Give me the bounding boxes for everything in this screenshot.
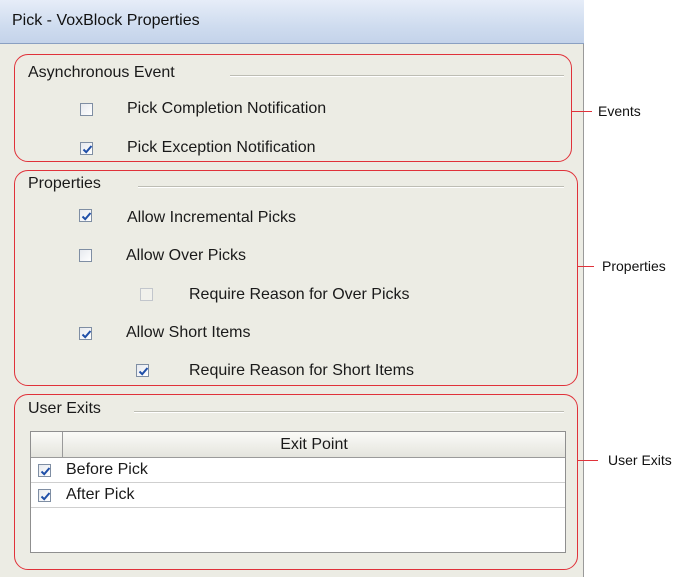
before-pick-checkbox[interactable] bbox=[38, 464, 51, 477]
allow-over-picks-label: Allow Over Picks bbox=[126, 247, 247, 264]
user-exits-callout-line bbox=[578, 460, 598, 461]
pick-exception-label: Pick Exception Notification bbox=[127, 139, 316, 156]
properties-group-title: Properties bbox=[28, 175, 107, 193]
after-pick-label: After Pick bbox=[66, 486, 135, 503]
require-reason-over-picks-checkbox[interactable] bbox=[140, 288, 153, 301]
before-pick-label: Before Pick bbox=[66, 461, 148, 478]
table-row[interactable]: After Pick bbox=[31, 483, 565, 508]
pick-completion-label: Pick Completion Notification bbox=[127, 100, 327, 117]
checkmark-icon bbox=[40, 467, 51, 476]
events-callout-line bbox=[572, 111, 592, 112]
window-title: Pick - VoxBlock Properties bbox=[12, 12, 200, 29]
properties-callout-line bbox=[578, 266, 594, 267]
user-exits-group-title: User Exits bbox=[28, 400, 107, 418]
header-checkbox-column[interactable] bbox=[31, 432, 63, 457]
unchecked-icon bbox=[81, 104, 94, 117]
allow-over-picks-checkbox[interactable] bbox=[79, 249, 92, 262]
unchecked-icon bbox=[80, 250, 93, 263]
group-divider bbox=[134, 411, 564, 413]
require-reason-over-picks-label: Require Reason for Over Picks bbox=[189, 286, 410, 303]
checkmark-icon bbox=[82, 145, 93, 154]
title-bar[interactable]: Pick - VoxBlock Properties bbox=[0, 0, 584, 44]
table-row[interactable]: Before Pick bbox=[31, 458, 565, 483]
require-reason-short-items-label: Require Reason for Short Items bbox=[189, 362, 414, 379]
header-exit-point[interactable]: Exit Point bbox=[63, 436, 565, 454]
checkmark-icon bbox=[138, 367, 149, 376]
user-exits-callout-label: User Exits bbox=[608, 452, 672, 468]
group-divider bbox=[230, 75, 564, 77]
checkmark-icon bbox=[81, 330, 92, 339]
allow-incremental-picks-checkbox[interactable] bbox=[79, 209, 92, 222]
exit-points-table[interactable]: Exit Point Before Pick After Pick bbox=[30, 431, 566, 553]
properties-dialog: Pick - VoxBlock Properties Asynchronous … bbox=[0, 0, 584, 577]
unchecked-icon bbox=[141, 289, 154, 302]
pick-completion-checkbox[interactable] bbox=[80, 103, 93, 116]
async-event-group-title: Asynchronous Event bbox=[28, 64, 181, 82]
events-callout-label: Events bbox=[598, 103, 641, 119]
checkmark-icon bbox=[40, 492, 51, 501]
checkmark-icon bbox=[81, 212, 92, 221]
allow-short-items-checkbox[interactable] bbox=[79, 327, 92, 340]
pick-exception-checkbox[interactable] bbox=[80, 142, 93, 155]
allow-short-items-label: Allow Short Items bbox=[126, 324, 251, 341]
require-reason-short-items-checkbox[interactable] bbox=[136, 364, 149, 377]
properties-callout-label: Properties bbox=[602, 258, 666, 274]
after-pick-checkbox[interactable] bbox=[38, 489, 51, 502]
allow-incremental-picks-label: Allow Incremental Picks bbox=[127, 209, 296, 226]
group-divider bbox=[138, 186, 564, 188]
table-header: Exit Point bbox=[31, 432, 565, 458]
